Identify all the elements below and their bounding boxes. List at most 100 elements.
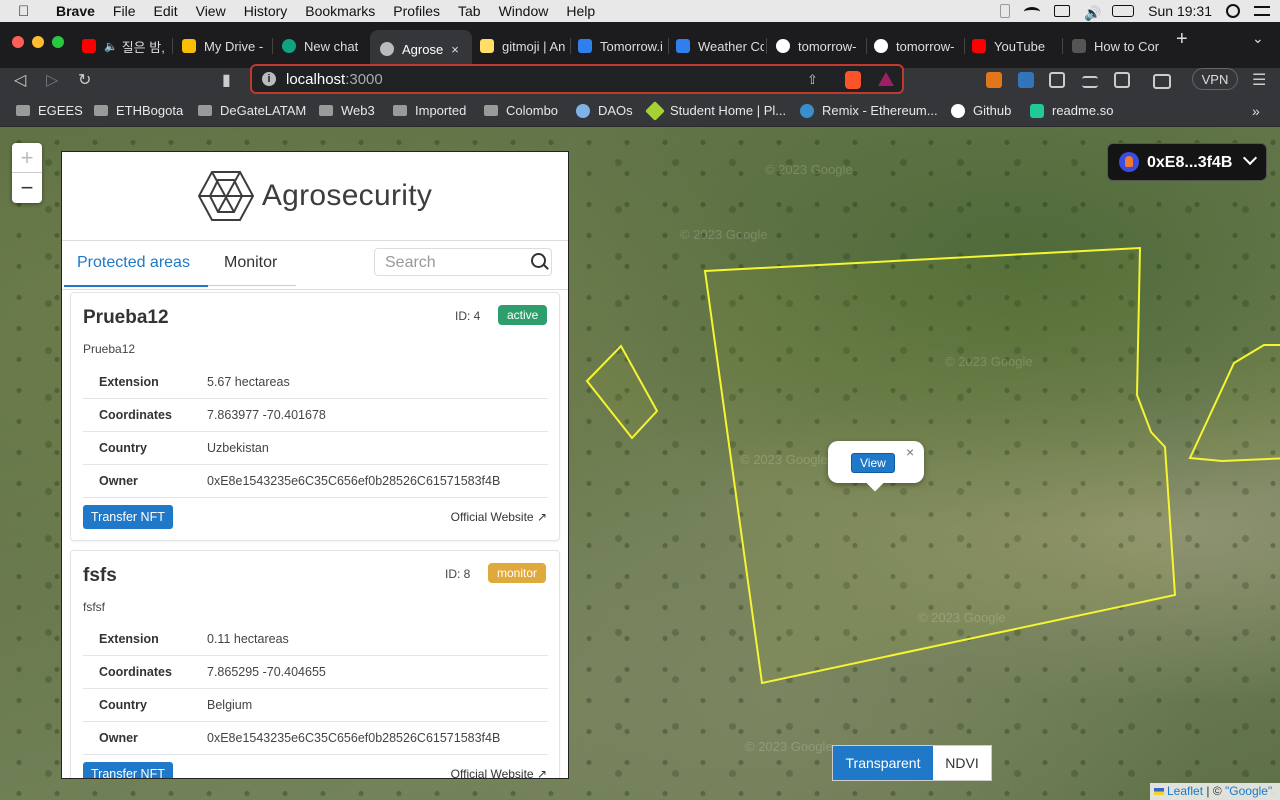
wallet-extension-icon[interactable] [1018,72,1034,88]
menu-profiles[interactable]: Profiles [393,3,440,19]
google-link[interactable]: "Google" [1225,784,1272,798]
transparent-layer-button[interactable]: Transparent [833,746,933,780]
official-website-link[interactable]: Official Website ↗ [451,510,547,524]
menubar-clock[interactable]: Sun 19:31 [1148,3,1212,19]
address-bar[interactable]: i localhost:3000 ⇧ [250,64,904,94]
keyboard-icon[interactable] [1054,5,1071,17]
minimize-window-button[interactable] [32,36,44,48]
tab-search-chevron-icon[interactable]: ⌄ [1252,30,1264,47]
browser-tab[interactable]: 🔈 질은 밤, [82,30,170,62]
menu-history[interactable]: History [244,3,288,19]
tomorrow-favicon-icon [578,39,592,53]
bookmark-icon[interactable]: ▮ [222,70,231,90]
volume-icon[interactable]: 🔊 [1084,5,1101,21]
browser-tab[interactable]: gitmoji | An [480,30,568,62]
bookmark-folder[interactable]: EGEES [16,103,83,118]
playlist-icon[interactable] [1082,76,1098,88]
search-icon[interactable] [531,253,546,268]
wifi-icon[interactable] [1024,6,1041,16]
vpn-button[interactable]: VPN [1192,68,1238,90]
bookmark-folder[interactable]: ETHBogota [94,103,183,118]
forward-arrow-icon[interactable]: ▷ [46,70,58,90]
browser-tab[interactable]: Weather Co [676,30,764,62]
area-description: Prueba12 [83,342,136,356]
zoom-in-button[interactable]: + [12,143,42,173]
bookmark-link[interactable]: readme.so [1030,103,1113,118]
bookmarks-overflow-chevron-icon[interactable]: » [1252,103,1260,119]
reload-icon[interactable]: ↻ [78,70,91,90]
menu-view[interactable]: View [196,3,226,19]
github-favicon-icon [951,103,965,118]
menu-app-name[interactable]: Brave [56,3,95,19]
ndvi-layer-button[interactable]: NDVI [933,746,991,780]
menu-file[interactable]: File [113,3,136,19]
map-zoom-control: + − [12,143,42,203]
maximize-window-button[interactable] [52,36,64,48]
spotlight-search-icon[interactable] [1226,4,1240,18]
menu-tab[interactable]: Tab [458,3,481,19]
area-name: fsfs [83,565,117,586]
browser-tab[interactable]: New chat [282,30,366,62]
share-icon[interactable]: ⇧ [807,72,818,88]
control-center-icon[interactable] [1254,6,1270,16]
official-website-link[interactable]: Official Website ↗ [451,767,547,778]
bookmark-folder[interactable]: Colombo [484,103,558,118]
view-area-button[interactable]: View [851,453,895,473]
extensions-puzzle-icon[interactable] [1049,72,1065,88]
close-icon[interactable]: × [906,444,914,460]
bookmark-link[interactable]: DAOs [576,103,633,118]
browser-tab[interactable]: Tomorrow.i [578,30,666,62]
menu-window[interactable]: Window [499,3,549,19]
back-arrow-icon[interactable]: ◁ [14,70,26,90]
menu-bookmarks[interactable]: Bookmarks [305,3,375,19]
browser-tab[interactable]: My Drive - [182,30,266,62]
area-name: Prueba12 [83,307,169,328]
apple-icon[interactable]:  [18,3,36,20]
tab-monitor[interactable]: Monitor [224,254,277,272]
browser-tab[interactable]: How to Cor [1072,30,1164,62]
zoom-out-button[interactable]: − [12,173,42,203]
detail-label: Country [99,441,147,455]
detail-row: Country Belgium [83,688,548,722]
active-tab-indicator [64,285,208,287]
bookmark-link[interactable]: Github [951,103,1011,118]
tab-label: Weather Co [698,38,764,54]
close-tab-icon[interactable]: × [451,42,459,57]
transfer-nft-button[interactable]: Transfer NFT [83,762,173,778]
new-tab-button[interactable]: + [1176,28,1188,51]
tab-label: How to Cor [1094,38,1160,54]
close-window-button[interactable] [12,36,24,48]
search-input[interactable] [383,252,527,274]
wallet-account-button[interactable]: 0xE8...3f4B [1107,143,1267,181]
bookmark-link[interactable]: Student Home | Pl... [645,100,786,121]
tab-label: 질은 밤, [121,39,165,55]
leaflet-link[interactable]: Leaflet [1167,784,1203,798]
menu-edit[interactable]: Edit [153,3,177,19]
bookmark-link[interactable]: Remix - Ethereum... [800,103,938,118]
brave-shields-icon[interactable] [845,71,861,89]
sidebar-icon[interactable] [1114,72,1130,88]
menu-help[interactable]: Help [566,3,595,19]
browser-tab[interactable]: tomorrow- [874,30,962,62]
bluetooth-icon[interactable] [1000,4,1011,18]
owner-value: 0xE8e1543235e6C35C656ef0b28526C61571583f… [207,474,501,488]
brave-wallet-icon[interactable] [1153,74,1171,89]
battery-icon[interactable] [1112,5,1135,17]
bookmark-folder[interactable]: Web3 [319,103,375,118]
bookmark-folder[interactable]: Imported [393,103,466,118]
site-info-icon[interactable]: i [262,72,276,86]
detail-label: Coordinates [99,665,172,679]
metamask-extension-icon[interactable] [986,72,1002,88]
brave-rewards-icon[interactable] [878,72,894,86]
browser-tab[interactable]: YouTube [972,30,1060,62]
browser-tab-active[interactable]: Agrose × [370,30,472,68]
bookmarks-bar: EGEES ETHBogota DeGateLATAM Web3 Importe… [0,96,1280,127]
hamburger-menu-icon[interactable]: ☰ [1252,70,1266,90]
transfer-nft-button[interactable]: Transfer NFT [83,505,173,529]
tab-protected-areas[interactable]: Protected areas [77,254,190,272]
browser-tab[interactable]: tomorrow- [776,30,864,62]
bookmark-folder[interactable]: DeGateLATAM [198,103,306,118]
protected-areas-panel: Agrosecurity Protected areas Monitor Pru… [61,151,569,779]
url-text[interactable]: localhost:3000 [286,71,383,88]
tab-label: gitmoji | An [502,38,566,54]
